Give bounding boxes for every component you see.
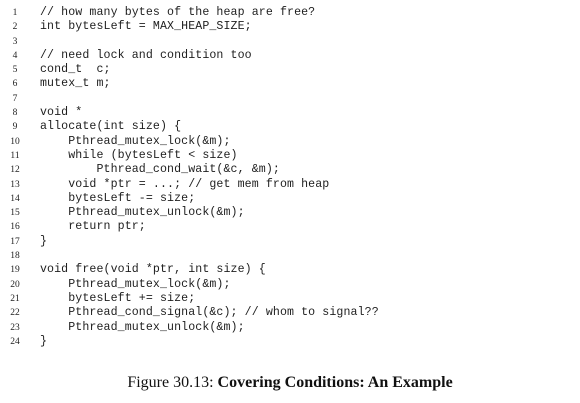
code-line: 12 Pthread_cond_wait(&c, &m); xyxy=(0,163,580,177)
code-line: 20 Pthread_mutex_lock(&m); xyxy=(0,278,580,292)
code-text: bytesLeft += size; xyxy=(40,291,196,305)
figure-title: Covering Conditions: An Example xyxy=(217,374,453,391)
line-number: 24 xyxy=(10,336,20,347)
code-line: 3 xyxy=(0,35,580,49)
code-line: 8 void * xyxy=(0,106,580,120)
code-line: 10 Pthread_mutex_lock(&m); xyxy=(0,135,580,149)
line-number: 9 xyxy=(12,122,18,133)
code-text: Pthread_cond_signal(&c); // whom to sign… xyxy=(40,306,379,320)
code-line: 7 xyxy=(0,92,580,106)
line-number: 21 xyxy=(10,293,20,304)
code-text: // how many bytes of the heap are free? xyxy=(40,6,316,19)
code-line: 14 bytesLeft -= size; xyxy=(0,192,580,206)
line-number: 2 xyxy=(12,22,18,33)
line-number: 1 xyxy=(12,8,18,18)
line-number: 20 xyxy=(10,279,20,290)
code-line: 22 Pthread_cond_signal(&c); // whom to s… xyxy=(0,306,580,320)
code-text: allocate(int size) { xyxy=(40,120,182,134)
line-number: 5 xyxy=(12,65,18,76)
code-text: } xyxy=(40,334,48,348)
code-text: while (bytesLeft < size) xyxy=(40,148,238,162)
code-text: bytesLeft -= size; xyxy=(40,191,196,205)
code-text: cond_t c; xyxy=(40,63,111,77)
code-line: 21 bytesLeft += size; xyxy=(0,292,580,306)
code-line: 4 // need lock and condition too xyxy=(0,49,580,63)
code-line: 19 void free(void *ptr, int size) { xyxy=(0,263,580,277)
code-text: void *ptr = ...; // get mem from heap xyxy=(40,177,330,191)
line-number: 6 xyxy=(12,79,18,90)
line-number: 23 xyxy=(10,322,20,333)
code-text: Pthread_mutex_lock(&m); xyxy=(40,277,231,291)
line-number: 19 xyxy=(10,265,20,276)
line-number: 14 xyxy=(10,193,20,204)
code-line: 13 void *ptr = ...; // get mem from heap xyxy=(0,178,580,192)
figure-label: Figure 30.13: xyxy=(127,374,214,391)
code-line: 18 xyxy=(0,249,580,263)
code-line: 15 Pthread_mutex_unlock(&m); xyxy=(0,206,580,220)
line-number: 10 xyxy=(10,136,20,147)
code-text: int bytesLeft = MAX_HEAP_SIZE; xyxy=(40,20,252,34)
code-line: 16 return ptr; xyxy=(0,220,580,234)
code-text: Pthread_mutex_lock(&m); xyxy=(40,134,231,148)
line-number: 16 xyxy=(10,222,20,233)
line-number: 22 xyxy=(10,308,20,319)
line-number: 17 xyxy=(10,236,20,247)
code-text: void * xyxy=(40,106,83,120)
code-text: mutex_t m; xyxy=(40,77,111,91)
code-text: // need lock and condition too xyxy=(40,48,252,62)
figure-caption: Figure 30.13: Covering Conditions: An Ex… xyxy=(0,374,580,392)
code-listing: 1 // how many bytes of the heap are free?… xyxy=(0,6,580,349)
line-number: 11 xyxy=(10,150,20,161)
code-text: Pthread_mutex_unlock(&m); xyxy=(40,320,245,334)
code-line: 2 int bytesLeft = MAX_HEAP_SIZE; xyxy=(0,20,580,34)
code-line: 11 while (bytesLeft < size) xyxy=(0,149,580,163)
line-number: 18 xyxy=(10,251,20,262)
code-line: 17} xyxy=(0,235,580,249)
code-text: void free(void *ptr, int size) { xyxy=(40,263,266,277)
code-line: 23 Pthread_mutex_unlock(&m); xyxy=(0,321,580,335)
code-text: } xyxy=(40,234,48,248)
code-line: 5 cond_t c; xyxy=(0,63,580,77)
line-number: 15 xyxy=(10,208,20,219)
code-line: 6 mutex_t m; xyxy=(0,77,580,91)
code-text: Pthread_mutex_unlock(&m); xyxy=(40,206,245,220)
code-text: Pthread_cond_wait(&c, &m); xyxy=(40,163,280,177)
line-number: 4 xyxy=(12,50,18,61)
line-number: 7 xyxy=(12,93,18,104)
code-line: 9 allocate(int size) { xyxy=(0,120,580,134)
line-number: 3 xyxy=(12,36,18,47)
code-text: return ptr; xyxy=(40,220,146,234)
line-number: 8 xyxy=(12,108,18,119)
line-number: 13 xyxy=(10,179,20,190)
code-line: 24} xyxy=(0,335,580,349)
code-line: 1 // how many bytes of the heap are free? xyxy=(0,6,580,20)
line-number: 12 xyxy=(10,165,20,176)
